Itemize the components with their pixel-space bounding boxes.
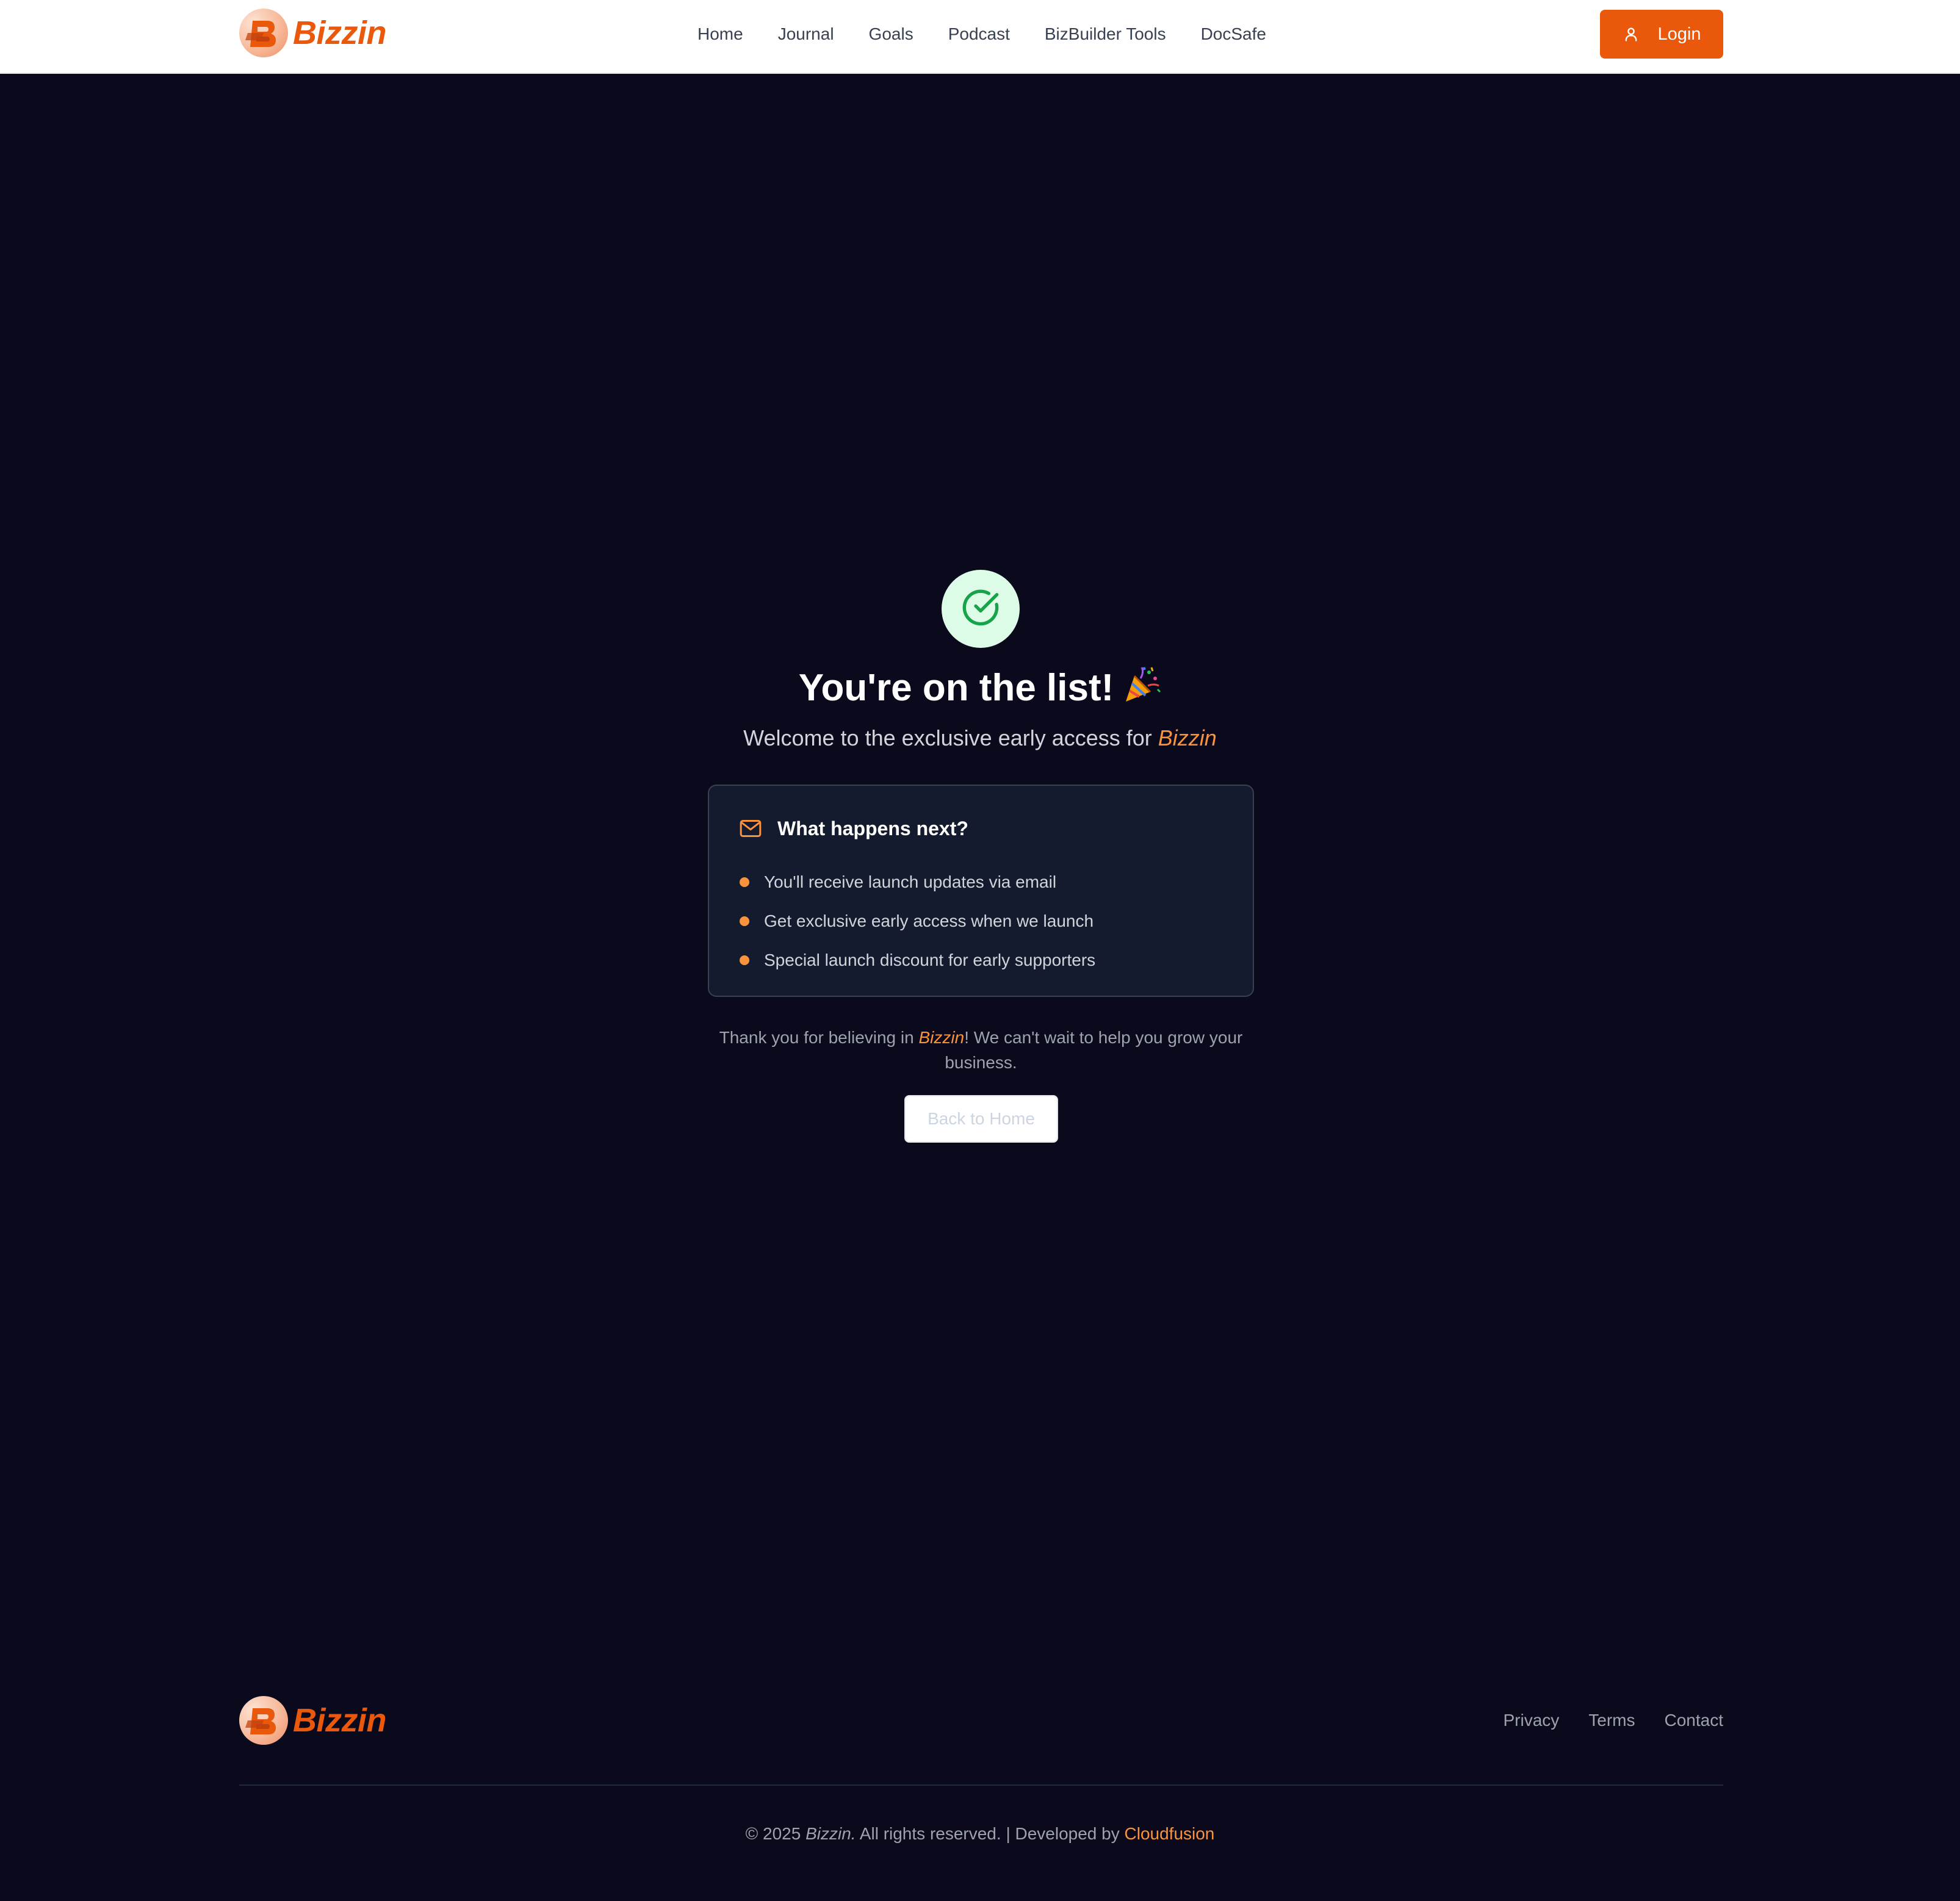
copyright-prefix: © 2025	[745, 1824, 806, 1843]
bizzin-logo-icon	[239, 1696, 288, 1745]
brand-logo-link[interactable]: Bizzin	[239, 9, 387, 57]
list-item: You'll receive launch updates via email	[738, 863, 1095, 902]
thanks-brand: Bizzin	[918, 1028, 965, 1047]
page-title: You're on the list!	[0, 664, 1960, 716]
copyright-rest: All rights reserved. | Developed by	[856, 1824, 1125, 1843]
headline-text: You're on the list!	[798, 667, 1114, 709]
nav-journal[interactable]: Journal	[778, 24, 834, 44]
thank-you-message: Thank you for believing in Bizzin! We ca…	[708, 1025, 1254, 1075]
footer-brand-logo[interactable]: Bizzin	[239, 1696, 387, 1745]
next-steps-card: What happens next? You'll receive launch…	[708, 785, 1254, 997]
bizzin-logo-icon	[239, 9, 288, 57]
footer-link-contact[interactable]: Contact	[1665, 1711, 1724, 1730]
list-item-text: Special launch discount for early suppor…	[764, 950, 1096, 969]
success-badge	[942, 570, 1020, 648]
welcome-text: Welcome to the exclusive early access fo…	[743, 725, 1158, 750]
cloudfusion-link[interactable]: Cloudfusion	[1125, 1824, 1215, 1843]
welcome-subtitle: Welcome to the exclusive early access fo…	[0, 722, 1960, 754]
main-nav: Home Journal Goals Podcast BizBuilder To…	[697, 0, 1266, 68]
list-item-text: You'll receive launch updates via email	[764, 872, 1057, 891]
thanks-text: Thank you for believing in	[719, 1028, 919, 1047]
card-header: What happens next?	[738, 816, 968, 841]
thanks-text-end: ! We can't wait to help you grow your bu…	[945, 1028, 1243, 1072]
top-navbar: Bizzin Home Journal Goals Podcast BizBui…	[0, 0, 1960, 74]
login-label: Login	[1657, 24, 1701, 44]
nav-docsafe[interactable]: DocSafe	[1201, 24, 1266, 44]
nav-podcast[interactable]: Podcast	[948, 24, 1010, 44]
bullet-dot	[740, 916, 749, 926]
nav-bizbuilder-tools[interactable]: BizBuilder Tools	[1045, 24, 1166, 44]
list-item: Special launch discount for early suppor…	[738, 941, 1095, 980]
list-item: Get exclusive early access when we launc…	[738, 902, 1095, 941]
footer-link-privacy[interactable]: Privacy	[1503, 1711, 1559, 1730]
next-steps-list: You'll receive launch updates via email …	[738, 863, 1095, 980]
welcome-brand: Bizzin	[1158, 725, 1217, 750]
back-to-home-button[interactable]: Back to Home	[904, 1095, 1058, 1143]
footer-divider	[239, 1784, 1723, 1786]
footer-brand-name: Bizzin	[293, 1702, 387, 1739]
footer-links: Privacy Terms Contact	[1474, 1696, 1723, 1745]
login-button[interactable]: Login	[1600, 10, 1723, 59]
copyright-text: © 2025 Bizzin. All rights reserved. | De…	[0, 1824, 1960, 1844]
footer-link-terms[interactable]: Terms	[1588, 1711, 1635, 1730]
bullet-dot	[740, 955, 749, 965]
brand-name: Bizzin	[293, 15, 387, 51]
user-icon	[1623, 26, 1640, 43]
party-popper-icon	[1122, 665, 1161, 716]
list-item-text: Get exclusive early access when we launc…	[764, 911, 1094, 930]
mail-icon	[738, 816, 763, 841]
nav-goals[interactable]: Goals	[869, 24, 913, 44]
card-title: What happens next?	[777, 817, 968, 839]
nav-home[interactable]: Home	[697, 24, 743, 44]
bullet-dot	[740, 877, 749, 887]
check-circle-icon	[961, 588, 1000, 630]
copyright-brand: Bizzin.	[805, 1824, 856, 1843]
